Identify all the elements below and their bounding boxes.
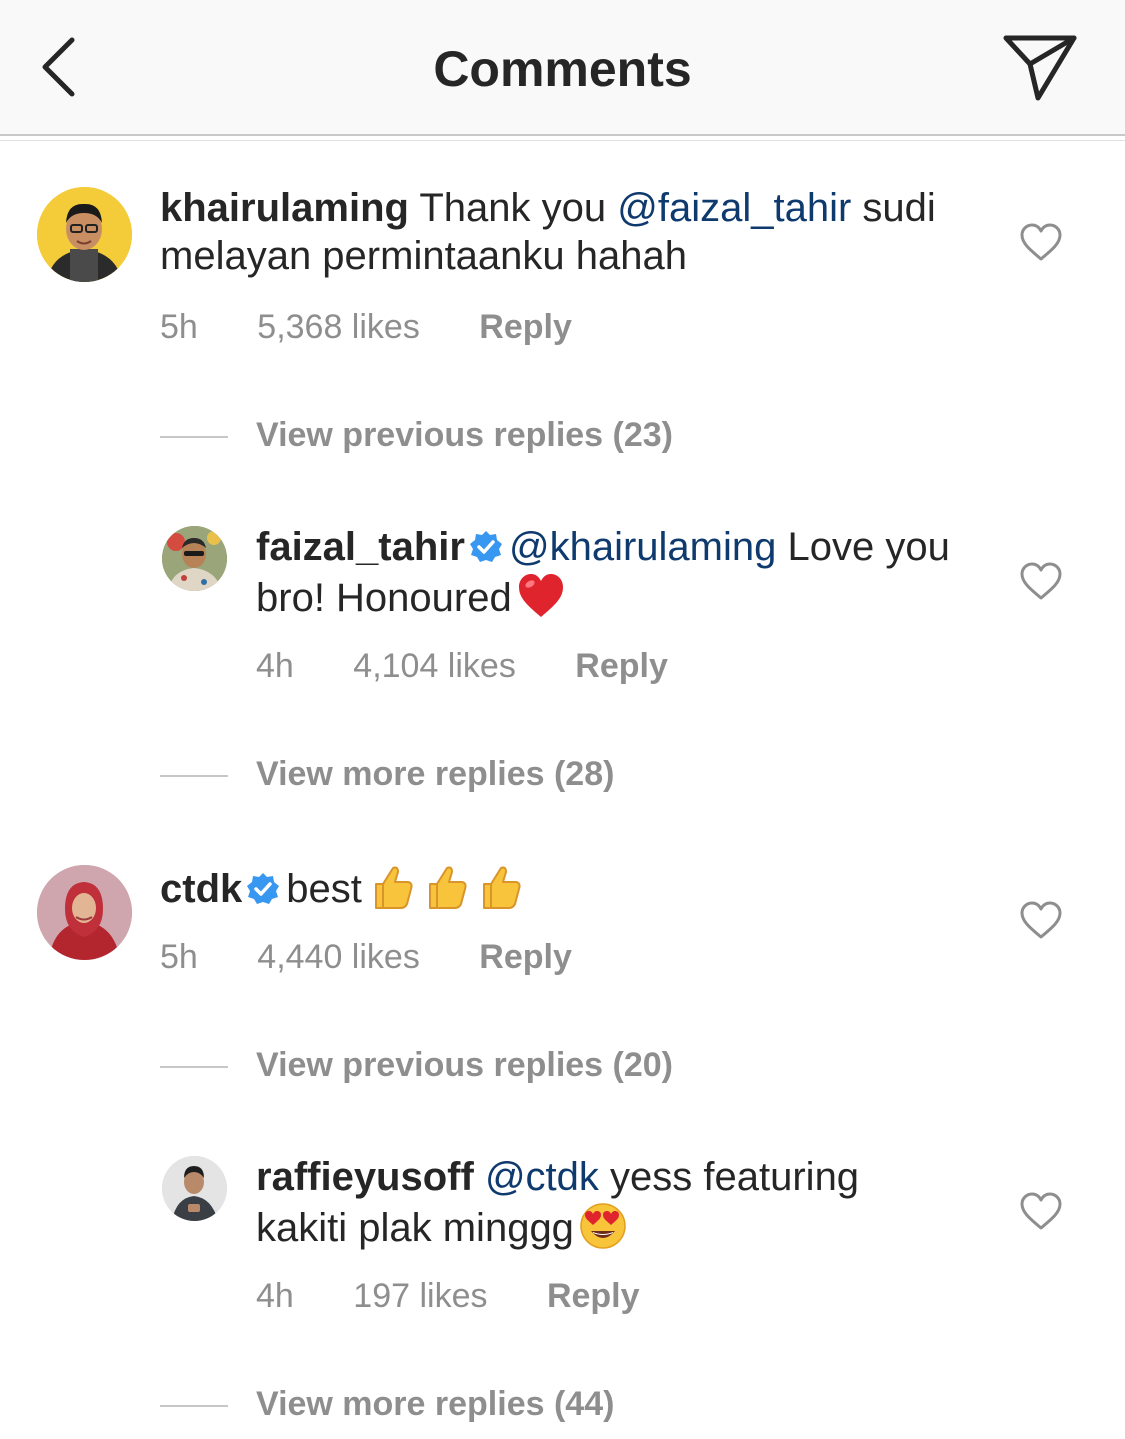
view-replies-button[interactable]: View more replies (44) [160,1385,614,1424]
thumbs-up-emoji-icon [428,866,467,909]
mention-link[interactable]: @khairulaming [509,525,776,569]
avatar[interactable] [162,526,227,591]
thumbs-up-emoji-icon [482,866,521,909]
verified-badge-icon [247,873,280,904]
heart-icon[interactable] [1019,222,1063,262]
share-button[interactable] [998,32,1082,104]
heart-icon[interactable] [1019,900,1063,940]
reply-button[interactable]: Reply [479,308,572,347]
verified-badge-icon [469,531,502,562]
comment-text: khairulaming Thank you @faizal_tahir sud… [160,184,980,280]
view-replies-label: View previous replies (20) [256,1046,673,1084]
reply-button[interactable]: Reply [575,647,668,686]
reply-button[interactable]: Reply [547,1277,640,1316]
reply-text: raffieyusoff @ctdk yess featuring kakiti… [256,1153,956,1252]
thumbs-up-emoji-icon [374,866,413,909]
heart-eyes-emoji-icon [580,1203,626,1249]
comment-likes[interactable]: 5,368 likes [257,308,420,347]
comment-username[interactable]: ctdk [160,867,242,911]
comment-username[interactable]: khairulaming [160,186,409,230]
comment-text: ctdk best [160,862,980,913]
reply-meta: 4h 4,104 likes Reply [256,647,718,686]
comment-meta: 5h 4,440 likes Reply [160,938,622,977]
comment-time: 5h [160,308,198,346]
view-replies-label: View more replies (44) [256,1385,615,1423]
reply-likes[interactable]: 4,104 likes [353,647,516,686]
reply-button[interactable]: Reply [479,938,572,977]
reply-text: faizal_tahir @khairulaming Love you bro!… [256,523,956,622]
divider-line [160,1066,228,1069]
reply-username[interactable]: faizal_tahir [256,525,465,569]
reply-likes[interactable]: 197 likes [353,1277,487,1316]
avatar[interactable] [37,187,132,282]
divider-line [160,775,228,778]
view-replies-button[interactable]: View previous replies (23) [160,416,673,455]
divider-line [160,436,228,439]
view-replies-label: View previous replies (23) [256,416,673,454]
heart-icon[interactable] [1019,561,1063,601]
reply-username[interactable]: raffieyusoff [256,1155,474,1199]
heart-icon[interactable] [1019,1191,1063,1231]
view-replies-label: View more replies (28) [256,755,615,793]
view-replies-button[interactable]: View more replies (28) [160,755,614,794]
header-bar: Comments [0,0,1125,141]
mention-link[interactable]: @ctdk [485,1155,599,1199]
paper-plane-icon [1003,35,1077,101]
comment-likes[interactable]: 4,440 likes [257,938,420,977]
comment-meta: 5h 5,368 likes Reply [160,308,622,347]
mention-link[interactable]: @faizal_tahir [617,186,851,230]
reply-time: 4h [256,1277,294,1315]
reply-time: 4h [256,647,294,685]
avatar[interactable] [162,1156,227,1221]
red-heart-emoji-icon [518,574,563,617]
comment-body: Thank you [419,186,607,230]
divider-line [160,1405,228,1408]
page-title: Comments [433,41,692,97]
avatar[interactable] [37,865,132,960]
view-replies-button[interactable]: View previous replies (20) [160,1046,673,1085]
reply-meta: 4h 197 likes Reply [256,1277,690,1316]
comment-time: 5h [160,938,198,976]
comment-body: best [286,867,362,911]
